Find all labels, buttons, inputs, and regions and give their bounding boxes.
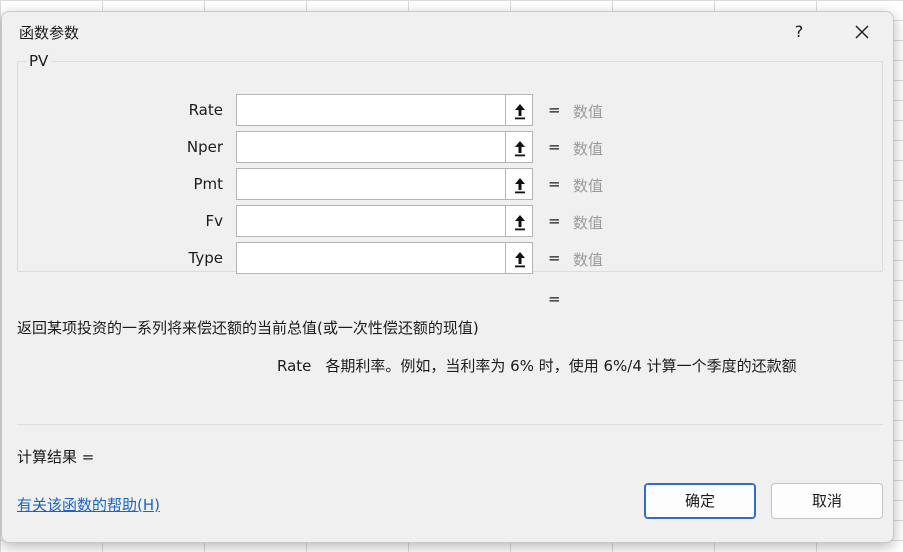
fv-input[interactable]	[236, 205, 505, 237]
arg-equals: =	[548, 249, 561, 267]
formula-result-equals: =	[548, 290, 561, 308]
arguments-group	[17, 61, 883, 272]
argument-description: Rate 各期利率。例如，当利率为 6% 时，使用 6%/4 计算一个季度的还款额	[277, 355, 797, 376]
range-select-icon	[515, 252, 525, 268]
argument-description-text: 各期利率。例如，当利率为 6% 时，使用 6%/4 计算一个季度的还款额	[325, 357, 797, 375]
arg-label: Pmt	[193, 175, 223, 193]
help-icon: ?	[794, 22, 804, 41]
rate-input[interactable]	[236, 94, 505, 126]
function-help-link[interactable]: 有关该函数的帮助(H)	[17, 494, 160, 515]
dialog-title: 函数参数	[19, 24, 80, 42]
arg-type-hint: 数值	[573, 140, 604, 158]
arg-type-hint: 数值	[573, 214, 604, 232]
collapse-dialog-button[interactable]	[505, 168, 533, 200]
range-select-icon	[515, 178, 525, 194]
argument-description-name: Rate	[277, 357, 312, 375]
arg-type-hint: 数值	[573, 103, 604, 121]
pmt-input[interactable]	[236, 168, 505, 200]
arg-label: Rate	[188, 101, 223, 119]
cancel-button[interactable]: 取消	[771, 483, 883, 519]
arg-equals: =	[548, 101, 561, 119]
close-button[interactable]	[847, 18, 877, 46]
arg-label: Type	[188, 249, 223, 267]
close-icon	[855, 25, 869, 39]
arg-equals: =	[548, 212, 561, 230]
arg-type-hint: 数值	[573, 177, 604, 195]
arg-equals: =	[548, 175, 561, 193]
arg-row-type: Type = 数值	[0, 242, 903, 274]
arg-label: Fv	[205, 212, 223, 230]
title-bar: 函数参数 ?	[2, 12, 893, 52]
arg-row-rate: Rate = 数值	[0, 94, 903, 126]
nper-input[interactable]	[236, 131, 505, 163]
function-name: PV	[26, 52, 52, 70]
arg-row-fv: Fv = 数值	[0, 205, 903, 237]
help-button[interactable]: ?	[784, 18, 814, 46]
collapse-dialog-button[interactable]	[505, 242, 533, 274]
arg-type-hint: 数值	[573, 251, 604, 269]
divider	[17, 424, 883, 425]
calculation-result-label: 计算结果 =	[17, 448, 95, 466]
range-select-icon	[515, 215, 525, 231]
function-description: 返回某项投资的一系列将来偿还额的当前总值(或一次性偿还额的现值)	[17, 319, 479, 337]
ok-button[interactable]: 确定	[644, 483, 756, 519]
type-input[interactable]	[236, 242, 505, 274]
arg-row-pmt: Pmt = 数值	[0, 168, 903, 200]
collapse-dialog-button[interactable]	[505, 205, 533, 237]
arg-label: Nper	[186, 138, 223, 156]
collapse-dialog-button[interactable]	[505, 131, 533, 163]
collapse-dialog-button[interactable]	[505, 94, 533, 126]
arg-row-nper: Nper = 数值	[0, 131, 903, 163]
arg-equals: =	[548, 138, 561, 156]
range-select-icon	[515, 141, 525, 157]
range-select-icon	[515, 104, 525, 120]
